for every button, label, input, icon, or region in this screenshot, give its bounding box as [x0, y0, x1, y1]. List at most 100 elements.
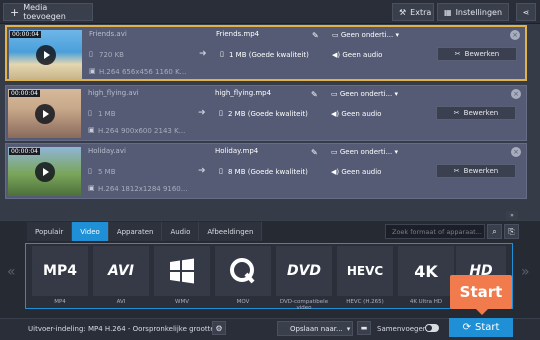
4k-logo: 4K: [414, 261, 438, 281]
audio-dropdown[interactable]: ◀) Geen audio: [332, 51, 382, 59]
subtitles-label: Geen onderti...: [339, 148, 393, 156]
settings-label: Instellingen: [455, 7, 503, 17]
top-toolbar: + Media toevoegen ⚒ Extra ▦ Instellingen…: [0, 0, 540, 24]
folder-icon[interactable]: ▬: [357, 321, 371, 335]
extra-button[interactable]: ⚒ Extra: [392, 3, 434, 21]
scroll-left-icon[interactable]: «: [7, 264, 16, 280]
format-tile-hevc[interactable]: HEVC: [337, 246, 393, 296]
source-size: 1 MB: [98, 110, 116, 118]
format-tile-mov[interactable]: [215, 246, 271, 296]
format-label: DVD-compatibele video: [279, 299, 329, 311]
edit-label: Bewerken: [463, 167, 499, 175]
source-size: 720 KB: [99, 51, 124, 59]
file-icon: ▯: [88, 167, 92, 175]
scissors-icon: ✂: [454, 50, 461, 58]
share-icon: ⋖: [522, 7, 530, 17]
format-tile-mp4[interactable]: MP4: [32, 246, 88, 296]
source-filename: high_flying.avi: [88, 89, 139, 97]
format-tile-avi[interactable]: AVI: [93, 246, 149, 296]
file-row[interactable]: 00:00:04 Friends.avi ▯ 720 KB ▣ H.264 65…: [5, 25, 527, 81]
merge-toggle[interactable]: [425, 324, 439, 332]
subtitles-label: Geen onderti...: [340, 31, 394, 39]
arrow-right-icon: ➜: [198, 108, 206, 118]
save-to-dropdown[interactable]: Opslaan naar... ▾: [277, 321, 353, 336]
play-icon[interactable]: [36, 45, 56, 65]
save-to-label: Opslaan naar...: [290, 324, 343, 333]
remove-file-icon[interactable]: ×: [511, 89, 521, 99]
share-button[interactable]: ⋖: [516, 3, 536, 21]
settings-button[interactable]: ▦ Instellingen: [437, 3, 509, 21]
scissors-icon: ✂: [453, 109, 460, 117]
tab-video[interactable]: Video: [72, 222, 109, 241]
file-row[interactable]: 00:00:04 Holiday.avi ▯ 5 MB ▣ H.264 1812…: [5, 143, 527, 199]
audio-dropdown[interactable]: ◀) Geen audio: [331, 110, 381, 118]
start-button[interactable]: ⟳ Start: [449, 318, 513, 337]
add-media-label: Media toevoegen: [23, 3, 66, 21]
format-tabs: Populair Video Apparaten Audio Afbeeldin…: [27, 222, 263, 241]
add-media-button[interactable]: + Media toevoegen: [3, 3, 93, 21]
tab-afbeeldingen[interactable]: Afbeeldingen: [199, 222, 263, 241]
file-row[interactable]: 00:00:04 high_flying.avi ▯ 1 MB ▣ H.264 …: [5, 85, 527, 141]
tab-apparaten[interactable]: Apparaten: [108, 222, 163, 241]
remove-file-icon[interactable]: ×: [511, 147, 521, 157]
output-quality[interactable]: 1 MB (Goede kwaliteit): [229, 51, 309, 59]
source-filename: Friends.avi: [89, 30, 127, 38]
format-tile-wmv[interactable]: [154, 246, 210, 296]
edit-button[interactable]: ✂ Bewerken: [437, 47, 517, 61]
video-icon: ▣: [89, 67, 96, 75]
format-label: 4K Ultra HD: [409, 299, 443, 305]
thumbnail-timestamp: 00:00:04: [9, 90, 40, 97]
video-thumbnail[interactable]: 00:00:04: [9, 30, 82, 79]
subtitles-dropdown[interactable]: ▭ Geen onderti... ▾: [332, 31, 399, 39]
hevc-logo: HEVC: [346, 264, 384, 278]
output-filename[interactable]: Holiday.mp4: [215, 147, 258, 155]
output-filename[interactable]: Friends.mp4: [216, 30, 259, 38]
file-list: 00:00:04 Friends.avi ▯ 720 KB ▣ H.264 65…: [0, 24, 540, 220]
start-label: Start: [474, 322, 500, 333]
play-icon[interactable]: [35, 162, 55, 182]
output-file-icon: ▯: [219, 167, 223, 175]
output-format-label[interactable]: Uitvoer-indeling: MP4 H.264 - Oorspronke…: [28, 325, 215, 333]
format-tile-dvd[interactable]: DVD: [276, 246, 332, 296]
remove-file-icon[interactable]: ×: [510, 30, 520, 40]
video-thumbnail[interactable]: 00:00:04: [8, 147, 81, 196]
device-detect-icon[interactable]: ⎘: [504, 224, 519, 239]
format-label: WMV: [175, 299, 189, 305]
video-thumbnail[interactable]: 00:00:04: [8, 89, 81, 138]
edit-label: Bewerken: [463, 109, 499, 117]
gear-icon[interactable]: ⚙: [212, 321, 226, 335]
subtitles-dropdown[interactable]: ▭ Geen onderti... ▾: [331, 90, 398, 98]
edit-button[interactable]: ✂ Bewerken: [436, 164, 516, 178]
format-search-input[interactable]: Zoek formaat of apparaat...: [385, 224, 485, 239]
thumbnail-timestamp: 00:00:04: [9, 148, 40, 155]
output-filename[interactable]: high_flying.mp4: [215, 89, 271, 97]
file-icon: ▯: [89, 50, 93, 58]
audio-dropdown[interactable]: ◀) Geen audio: [331, 168, 381, 176]
collapse-panel-icon[interactable]: »: [506, 211, 518, 220]
play-icon[interactable]: [35, 104, 55, 124]
tab-populair[interactable]: Populair: [27, 222, 73, 241]
mp4-logo: MP4: [43, 263, 77, 279]
subtitles-dropdown[interactable]: ▭ Geen onderti... ▾: [331, 148, 398, 156]
thumbnail-timestamp: 00:00:04: [10, 31, 41, 38]
arrow-right-icon: ➜: [199, 49, 207, 59]
format-label: MOV: [236, 299, 250, 305]
toolbox-icon: ▦: [444, 7, 452, 17]
edit-button[interactable]: ✂ Bewerken: [436, 106, 516, 120]
search-icon[interactable]: ⌕: [487, 224, 502, 239]
tab-audio[interactable]: Audio: [162, 222, 200, 241]
audio-label: Geen audio: [341, 168, 382, 176]
source-codec: H.264 900x600 2143 K...: [98, 127, 186, 135]
output-quality[interactable]: 8 MB (Goede kwaliteit): [228, 168, 308, 176]
edit-label: Bewerken: [464, 50, 500, 58]
scroll-right-icon[interactable]: »: [521, 264, 530, 280]
pencil-icon[interactable]: ✎: [311, 148, 318, 157]
pencil-icon[interactable]: ✎: [312, 31, 319, 40]
refresh-icon: ⟳: [462, 322, 471, 333]
pencil-icon[interactable]: ✎: [311, 90, 318, 99]
format-tiles: MP4 MP4 AVI AVI WMV MOV DVD DVD-compatib…: [25, 243, 513, 311]
format-tile-4k[interactable]: 4K: [398, 246, 454, 296]
chevron-down-icon: ▾: [346, 324, 351, 333]
output-quality[interactable]: 2 MB (Goede kwaliteit): [228, 110, 308, 118]
format-label: HEVC (H.265): [346, 299, 384, 305]
